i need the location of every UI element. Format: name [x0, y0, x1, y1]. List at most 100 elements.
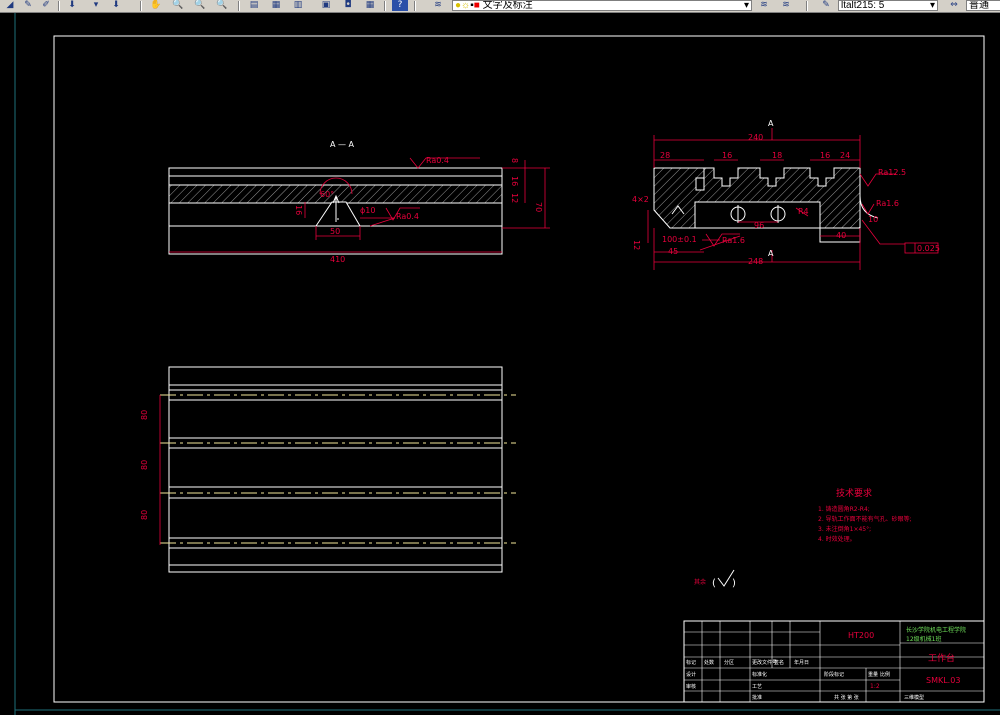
help-icon[interactable]: ?: [392, 0, 408, 11]
dim-100: 100±0.1: [662, 235, 697, 244]
tech-req-item: 1. 铸造圆角R2-R4;: [818, 505, 870, 513]
redo-dropdown-icon[interactable]: ▾: [88, 0, 104, 11]
tech-req-item: 4. 时效处理。: [818, 535, 856, 543]
dim-right-top: 240: [748, 133, 763, 142]
chevron-down-icon: ▾: [743, 0, 749, 11]
dim-mid: 16: [510, 176, 519, 186]
tool-palette-icon[interactable]: ▥: [290, 0, 306, 11]
pan-icon[interactable]: ◢: [2, 0, 18, 11]
dim-12: 12: [632, 240, 641, 250]
zoom-previous-icon[interactable]: 🔍: [214, 0, 230, 11]
roughness-right-2: Ra1.6: [722, 236, 745, 245]
redo-icon[interactable]: ⬇: [108, 0, 124, 11]
weight-label: 重量: [868, 671, 878, 678]
dim-right-bottom: 248: [748, 257, 763, 266]
layer-previous-icon[interactable]: ≋: [756, 0, 772, 11]
plan-dim-2: 80: [140, 460, 149, 470]
sheet-set-icon[interactable]: ▣: [318, 0, 334, 11]
zoom-window-icon[interactable]: 🔍: [192, 0, 208, 11]
row-label: 标记: [686, 659, 696, 666]
realtime-pan-icon[interactable]: ✋: [148, 0, 164, 11]
dim-low: 12: [510, 193, 519, 203]
scale-label: 比例: [880, 671, 890, 678]
standardization-label: 标准化: [752, 671, 767, 678]
design-center-icon[interactable]: ▦: [268, 0, 284, 11]
layer-manager-icon[interactable]: ≋: [430, 0, 446, 11]
plan-view: 80 80 80: [140, 366, 516, 573]
dim-4x2: 4×2: [632, 195, 649, 204]
dim-slot-2: 18: [772, 151, 782, 160]
properties-icon[interactable]: ▤: [246, 0, 262, 11]
calculator-icon[interactable]: ▦: [362, 0, 378, 11]
layer-states-icon[interactable]: ≋: [778, 0, 794, 11]
dim-height: 70: [534, 202, 543, 212]
text-style-combo[interactable]: ltalt215: 5 ▾: [838, 0, 938, 11]
sun-icon: ☼: [461, 0, 471, 11]
part-name: 工作台: [928, 652, 955, 664]
dim-slot-1: 16: [722, 151, 732, 160]
roughness-slot: Ra0.4: [396, 212, 419, 221]
dim-style-icon[interactable]: ⇔: [946, 0, 962, 11]
chevron-down-icon: ▾: [929, 0, 935, 11]
class-name: 12级机械1班: [906, 635, 941, 643]
section-view-a-a: A — A 410 50 70 8 16 12 16 60° ϕ10 Ra0.4…: [168, 140, 550, 264]
section-label: A — A: [330, 140, 355, 149]
check-label: 审核: [686, 683, 696, 690]
undo-icon[interactable]: ⬇: [64, 0, 80, 11]
dim-overall-length: 410: [330, 255, 345, 264]
dim-96: 96: [754, 221, 764, 230]
approve-label: 批准: [752, 694, 762, 701]
dim-style-value: 普通: [969, 0, 989, 11]
technical-requirements: 技术要求 1. 铸造圆角R2-R4; 2. 导轨工作面不能有气孔、砂眼等; 3.…: [818, 487, 912, 543]
dim-45: 45: [668, 247, 678, 256]
dim-40: 40: [836, 231, 846, 240]
toolbar: ◢ ✎ ✐ ⬇ ▾ ⬇ ✋ 🔍 🔍 🔍 ▤ ▦ ▥ ▣ ◘ ▦ ? ≋ ●☼▪■…: [0, 0, 1000, 13]
color-swatch-icon: ■: [473, 0, 480, 11]
plan-dim-1: 80: [140, 410, 149, 420]
text-style-icon[interactable]: ✎: [818, 0, 834, 11]
row-label: 签名: [774, 659, 784, 666]
remaining-roughness-label: 其余: [694, 578, 706, 586]
remaining-roughness: 其余 ( ): [694, 569, 736, 589]
tech-req-item: 3. 未注倒角1×45°;: [818, 525, 871, 533]
layer-name: 文字及标注: [482, 0, 533, 11]
plan-dim-3: 80: [140, 510, 149, 520]
tech-req-title: 技术要求: [836, 487, 872, 499]
zoom-realtime-icon[interactable]: 🔍: [170, 0, 186, 11]
text-style-value: ltalt215: 5: [841, 0, 885, 11]
row-label: 年月日: [794, 659, 809, 666]
stage-label: 阶段标记: [824, 671, 844, 678]
title-block: HT200 长沙学院机电工程学院 12级机械1班 工作台 SMKL.03 1:2…: [683, 620, 985, 703]
tech-req-item: 2. 导轨工作面不能有气孔、砂眼等;: [818, 515, 912, 523]
dim-slot-depth: 16: [294, 205, 303, 215]
match-properties-icon[interactable]: ✎: [20, 0, 36, 11]
scale-value: 1:2: [870, 683, 880, 690]
drawing-canvas[interactable]: A — A 410 50 70 8 16 12 16 60° ϕ10 Ra0.4…: [0, 13, 1000, 715]
drawing-frame: [53, 35, 985, 703]
brush-icon[interactable]: ✐: [38, 0, 54, 11]
dim-top: 8: [510, 158, 519, 163]
svg-text:): ): [732, 578, 736, 589]
layer-combo[interactable]: ●☼▪■ 文字及标注 ▾: [452, 0, 752, 11]
tolerance-value: 0.025: [917, 244, 940, 253]
dim-10: 10: [868, 215, 878, 224]
dim-slot-3: 16: [820, 151, 830, 160]
process-label: 工艺: [752, 684, 762, 690]
roughness-right-3: Ra1.6: [876, 199, 899, 208]
cad-drawing[interactable]: A — A 410 50 70 8 16 12 16 60° ϕ10 Ra0.4…: [0, 13, 1000, 715]
dim-slot-4: 24: [840, 151, 850, 160]
end-view: A A 240 248 28 16 18 16 24 96 40 45 4×2 …: [632, 119, 940, 270]
roughness-top: Ra0.4: [426, 156, 449, 165]
projection-label: 三维模型: [904, 694, 924, 701]
row-label: 处数: [704, 659, 714, 666]
dim-style-combo[interactable]: 普通: [966, 0, 1000, 11]
sheets-label: 共 张 第 张: [834, 694, 859, 701]
dim-angle: 60°: [320, 190, 334, 199]
section-arrow-top: A: [768, 119, 774, 128]
dim-r4: R4: [798, 207, 809, 216]
school-name: 长沙学院机电工程学院: [906, 626, 966, 634]
svg-text:(: (: [712, 578, 716, 589]
roughness-right-1: Ra12.5: [878, 168, 906, 177]
markup-icon[interactable]: ◘: [340, 0, 356, 11]
design-label: 设计: [686, 671, 696, 678]
